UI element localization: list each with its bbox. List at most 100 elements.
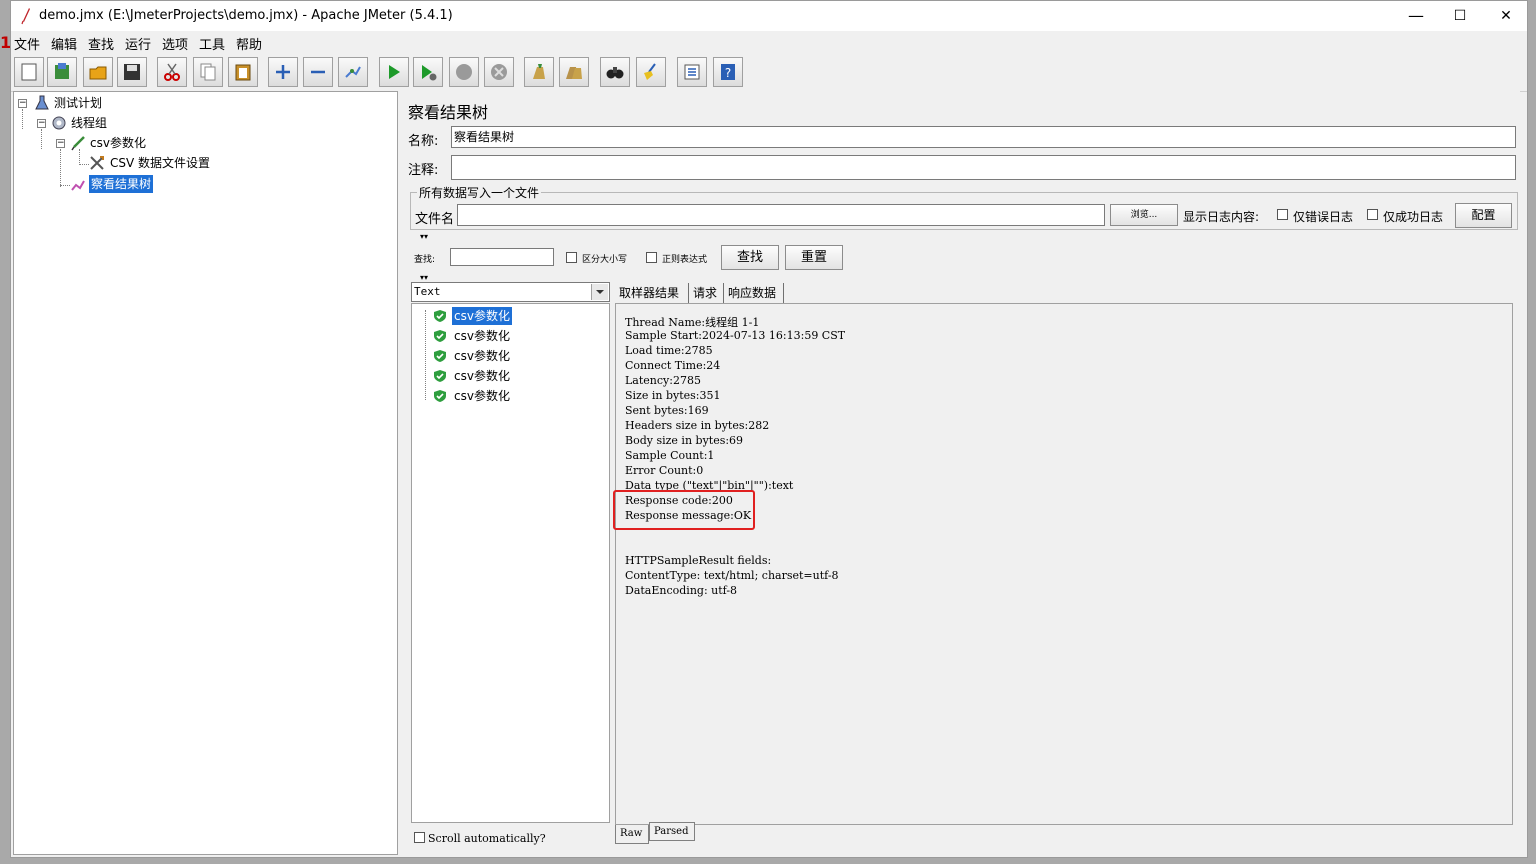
title-bar: demo.jmx (E:\JmeterProjects\demo.jmx) - … [11, 1, 1527, 31]
menu-search[interactable]: 查找 [88, 34, 114, 53]
save-button[interactable] [117, 57, 147, 87]
flask-icon [35, 95, 49, 110]
filename-label: 文件名 [415, 212, 455, 227]
success-shield-icon [434, 330, 446, 342]
gear-icon [52, 116, 66, 130]
collapse-arrows-icon[interactable]: ▾▾ [420, 274, 428, 282]
annotation-marker: 1 [0, 33, 12, 52]
cut-icon [164, 63, 180, 81]
reset-button[interactable]: 重置 [785, 245, 843, 270]
menu-edit[interactable]: 编辑 [51, 34, 77, 53]
expand-icon [276, 65, 290, 79]
stop-icon [456, 64, 472, 80]
reset-search-button[interactable] [636, 57, 666, 87]
menu-run[interactable]: 运行 [125, 34, 151, 53]
svg-text:?: ? [725, 66, 731, 80]
tab-raw[interactable]: Raw [615, 825, 649, 844]
expand-all-button[interactable] [268, 57, 298, 87]
clear-button[interactable] [524, 57, 554, 87]
tab-response-data[interactable]: 响应数据 [724, 283, 784, 303]
comment-field[interactable] [451, 155, 1516, 180]
detail-line: Sample Count:1 [625, 449, 715, 462]
maximize-button[interactable]: ☐ [1437, 1, 1483, 31]
start-no-pause-icon [422, 65, 437, 81]
success-shield-icon [434, 310, 446, 322]
collapse-arrows-icon[interactable]: ▾▾ [420, 233, 428, 241]
copy-button[interactable] [193, 57, 223, 87]
regex-checkbox[interactable] [646, 252, 657, 263]
menu-file[interactable]: 文件 [14, 34, 40, 53]
success-only-checkbox[interactable] [1367, 209, 1378, 220]
sample-results-list: csv参数化 csv参数化 csv参数化 csv参数化 csv参数化 [411, 303, 610, 823]
paste-button[interactable] [228, 57, 258, 87]
new-button[interactable] [14, 57, 44, 87]
templates-button[interactable] [47, 57, 77, 87]
menu-help[interactable]: 帮助 [236, 34, 262, 53]
tree-label: 线程组 [71, 116, 108, 130]
function-helper-button[interactable] [677, 57, 707, 87]
tree-guide [60, 185, 70, 186]
result-label: csv参数化 [454, 349, 510, 363]
menu-bar: 文件 编辑 查找 运行 选项 工具 帮助 [11, 31, 1527, 53]
case-sensitive-checkbox[interactable] [566, 252, 577, 263]
browse-button[interactable]: 浏览... [1110, 204, 1178, 226]
result-label: csv参数化 [454, 329, 510, 343]
paste-icon [235, 64, 251, 81]
toolbar: ? [11, 53, 1527, 92]
csv-param-expander[interactable]: − [56, 139, 65, 148]
detail-line: Body size in bytes:69 [625, 434, 744, 447]
collapse-icon [311, 70, 325, 74]
scroll-auto-checkbox[interactable] [414, 832, 425, 843]
detail-line: Thread Name:线程组 1-1 [625, 316, 760, 329]
toggle-button[interactable] [338, 57, 368, 87]
start-button[interactable] [379, 57, 409, 87]
test-plan-expander[interactable]: − [18, 99, 27, 108]
errors-only-checkbox[interactable] [1277, 209, 1288, 220]
open-icon [89, 66, 107, 80]
detail-line: Error Count:0 [625, 464, 704, 477]
configure-button[interactable]: 配置 [1455, 203, 1512, 228]
renderer-select[interactable]: Text [411, 282, 610, 302]
help-button[interactable]: ? [713, 57, 743, 87]
detail-line: HTTPSampleResult fields: [625, 554, 772, 567]
stop-button[interactable] [449, 57, 479, 87]
comment-label: 注释: [408, 163, 439, 178]
menu-tools[interactable]: 工具 [199, 34, 225, 53]
search-label: 查找: [414, 255, 436, 265]
thread-group-expander[interactable]: − [37, 119, 46, 128]
broom-icon [644, 63, 656, 80]
name-field[interactable]: 察看结果树 [451, 126, 1516, 148]
case-sensitive-label: 区分大小写 [582, 255, 628, 265]
chevron-down-icon[interactable] [591, 284, 608, 300]
minimize-button[interactable]: — [1393, 1, 1439, 31]
tab-sampler-result[interactable]: 取样器结果 [615, 283, 689, 303]
panel-splitter[interactable] [398, 91, 408, 855]
close-button[interactable]: ✕ [1483, 1, 1527, 31]
detail-line: ContentType: text/html; charset=utf-8 [625, 569, 839, 582]
scroll-auto-label: Scroll automatically? [428, 832, 546, 845]
tab-request[interactable]: 请求 [689, 283, 724, 303]
pipette-icon [71, 136, 85, 151]
write-to-file-group: 所有数据写入一个文件 文件名 浏览... 显示日志内容: 仅错误日志 仅成功日志… [410, 184, 1518, 230]
open-button[interactable] [83, 57, 113, 87]
group-title: 所有数据写入一个文件 [417, 184, 542, 201]
success-shield-icon [434, 370, 446, 382]
sampler-result-text[interactable]: Thread Name:线程组 1-1 Sample Start:2024-07… [615, 303, 1513, 825]
find-button[interactable]: 查找 [721, 245, 779, 270]
graph-icon [71, 180, 85, 191]
page-title: 察看结果树 [408, 103, 489, 122]
collapse-all-button[interactable] [303, 57, 333, 87]
filename-field[interactable] [457, 204, 1105, 226]
shutdown-icon [491, 64, 507, 80]
detail-line: Connect Time:24 [625, 359, 721, 372]
cut-button[interactable] [157, 57, 187, 87]
clear-all-button[interactable] [559, 57, 589, 87]
menu-options[interactable]: 选项 [162, 34, 188, 53]
save-icon [124, 64, 140, 80]
start-no-pause-button[interactable] [413, 57, 443, 87]
search-button[interactable] [600, 57, 630, 87]
shutdown-button[interactable] [484, 57, 514, 87]
search-field[interactable] [450, 248, 554, 266]
tree-guide [79, 149, 80, 165]
tab-parsed[interactable]: Parsed [649, 822, 695, 841]
